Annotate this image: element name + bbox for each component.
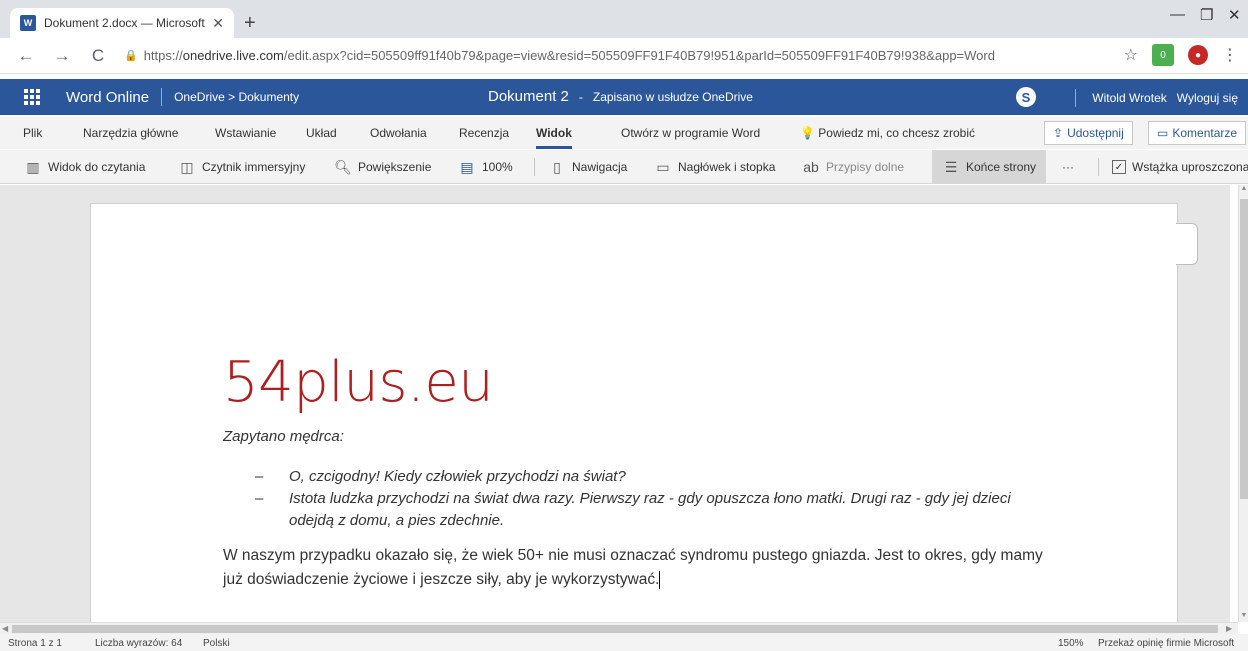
header-divider — [161, 88, 163, 106]
scroll-down-icon[interactable]: ▼ — [1239, 612, 1248, 622]
header-footer-icon: ▭ — [656, 158, 670, 175]
browser-tabstrip: W Dokument 2.docx — Microsoft W ✕ + — ❐ … — [0, 0, 1248, 38]
page-breaks-button[interactable]: ☰ Końce strony — [932, 150, 1047, 184]
signout-link[interactable]: Wyloguj się — [1177, 91, 1238, 105]
app-launcher-icon[interactable] — [24, 89, 40, 105]
navigation-button[interactable]: ▯ Nawigacja — [548, 150, 627, 184]
immersive-reader-button[interactable]: ◫ Czytnik immersyjny — [178, 150, 305, 184]
toolbar-divider-2 — [1098, 158, 1099, 176]
new-tab-icon[interactable]: + — [244, 12, 256, 35]
reading-view-button[interactable]: ▥ Widok do czytania — [24, 150, 145, 184]
toolbar-divider — [534, 158, 535, 176]
tab-home[interactable]: Narzędzia główne — [83, 126, 178, 140]
book-icon: ▥ — [26, 158, 40, 175]
extension-round-icon[interactable]: ● — [1188, 45, 1208, 65]
word-count[interactable]: Liczba wyrazów: 64 — [95, 638, 182, 649]
save-status: Zapisano w usłudze OneDrive — [592, 89, 753, 104]
page-break-icon: ☰ — [944, 158, 958, 175]
navigation-pane-icon: ▯ — [553, 158, 561, 175]
vertical-scrollbar[interactable]: ▲ ▼ — [1238, 185, 1248, 622]
skype-icon[interactable]: S — [1016, 87, 1036, 107]
horizontal-scrollbar[interactable]: ◀ ▶ — [0, 622, 1238, 634]
share-button[interactable]: ⇪ Udostępnij — [1044, 121, 1133, 145]
tab-title: Dokument 2.docx — Microsoft W — [44, 16, 207, 30]
breadcrumb[interactable]: OneDrive > Dokumenty — [174, 90, 299, 104]
scroll-thumb[interactable] — [1240, 199, 1248, 499]
tab-review[interactable]: Recenzja — [459, 126, 509, 140]
open-in-word-link[interactable]: Otwórz w programie Word — [621, 126, 760, 140]
checkbox-checked-icon: ✓ — [1112, 160, 1126, 174]
forward-icon[interactable]: → — [52, 46, 72, 66]
doc-separator: - — [578, 89, 583, 104]
reload-icon[interactable]: C — [88, 46, 108, 66]
star-icon[interactable]: ☆ — [1124, 45, 1138, 65]
lightbulb-icon: 💡 — [800, 126, 819, 140]
list-item[interactable]: O, czcigodny! Kiedy człowiek przychodzi … — [255, 466, 1055, 488]
list-item[interactable]: Istota ludzka przychodzi na świat dwa ra… — [255, 488, 1055, 532]
user-name[interactable]: Witold Wrotek — [1092, 91, 1166, 105]
header-footer-button[interactable]: ▭ Nagłówek i stopka — [654, 150, 775, 184]
extension-icon[interactable]: 0 — [1152, 44, 1174, 66]
text-cursor — [659, 570, 661, 589]
window-close-icon[interactable]: ✕ — [1228, 6, 1241, 24]
dialogue-list: O, czcigodny! Kiedy człowiek przychodzi … — [255, 466, 1055, 532]
document-canvas[interactable]: 54plus.eu Zapytano mędrca: O, czcigodny!… — [0, 185, 1230, 622]
address-bar: ← → C 🔒 https://onedrive.live.com/edit.a… — [0, 38, 1248, 74]
document-page[interactable]: 54plus.eu Zapytano mędrca: O, czcigodny!… — [90, 203, 1178, 622]
hscroll-thumb[interactable] — [12, 625, 1218, 633]
zoom-100-icon: ▤ — [460, 158, 474, 175]
zoom-level[interactable]: 150% — [1058, 638, 1084, 649]
minimize-icon[interactable]: — — [1170, 6, 1185, 23]
more-options-button[interactable]: ··· — [1062, 150, 1074, 184]
document-title[interactable]: 54plus.eu — [223, 350, 494, 415]
view-toolbar: ▥ Widok do czytania ◫ Czytnik immersyjny… — [0, 150, 1248, 184]
tell-me-box[interactable]: 💡 Powiedz mi, co chcesz zrobić — [800, 126, 975, 140]
url-field[interactable]: https://onedrive.live.com/edit.aspx?cid=… — [144, 48, 1104, 63]
comments-button[interactable]: ▭ Komentarze — [1148, 121, 1247, 145]
zoom-100-button[interactable]: ▤ 100% — [458, 150, 512, 184]
page-count[interactable]: Strona 1 z 1 — [8, 638, 62, 649]
menu-icon[interactable]: ⋮ — [1222, 45, 1238, 65]
footnote-icon: ab — [803, 159, 819, 175]
footnotes-button[interactable]: ab Przypisy dolne — [802, 150, 904, 184]
restore-icon[interactable]: ❐ — [1200, 6, 1213, 24]
tab-layout[interactable]: Układ — [306, 126, 337, 140]
immersive-reader-icon: ◫ — [180, 158, 194, 175]
word-favicon-icon: W — [20, 15, 36, 31]
status-bar: Strona 1 z 1 Liczba wyrazów: 64 Polski 1… — [0, 634, 1248, 651]
comment-icon: ▭ — [1157, 126, 1169, 140]
lock-icon: 🔒 — [124, 50, 138, 62]
intro-line[interactable]: Zapytano mędrca: — [223, 428, 344, 445]
back-icon[interactable]: ← — [16, 46, 36, 66]
magnifier-icon: 🔍︎ — [334, 158, 352, 175]
tab-references[interactable]: Odwołania — [370, 126, 427, 140]
tab-view[interactable]: Widok — [536, 126, 572, 149]
ribbon-tabs: Plik Narzędzia główne Wstawianie Układ O… — [0, 117, 1248, 149]
scroll-right-icon[interactable]: ▶ — [1226, 624, 1232, 633]
body-paragraph[interactable]: W naszym przypadku okazało się, że wiek … — [223, 544, 1043, 592]
zoom-button[interactable]: 🔍︎ Powiększenie — [334, 150, 431, 184]
share-icon: ⇪ — [1053, 126, 1064, 140]
app-name[interactable]: Word Online — [66, 89, 149, 106]
scroll-up-icon[interactable]: ▲ — [1239, 185, 1248, 195]
document-name[interactable]: Dokument 2 — [488, 88, 569, 105]
browser-tab[interactable]: W Dokument 2.docx — Microsoft W ✕ — [10, 8, 234, 38]
tab-insert[interactable]: Wstawianie — [215, 126, 276, 140]
user-divider — [1075, 89, 1077, 107]
feedback-link[interactable]: Przekaż opinię firmie Microsoft — [1098, 638, 1234, 649]
page-margin-marker — [1176, 223, 1198, 265]
tab-file[interactable]: Plik — [23, 126, 42, 140]
close-icon[interactable]: ✕ — [212, 15, 224, 32]
word-header: Word Online OneDrive > Dokumenty Dokumen… — [0, 79, 1248, 115]
language[interactable]: Polski — [203, 638, 230, 649]
scroll-left-icon[interactable]: ◀ — [2, 624, 8, 633]
simplified-ribbon-toggle[interactable]: ✓ Wstążka uproszczona — [1112, 150, 1248, 184]
